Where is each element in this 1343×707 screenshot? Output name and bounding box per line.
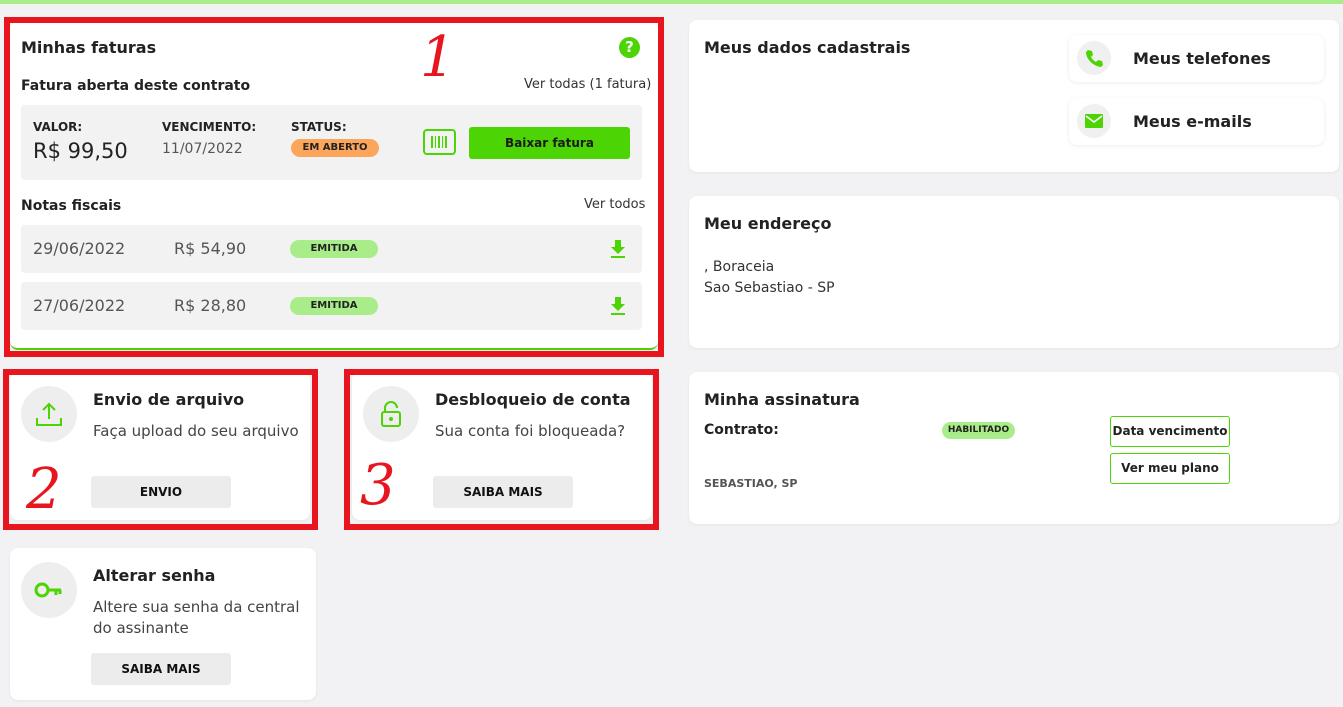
- password-title: Alterar senha: [93, 566, 216, 585]
- status-label: STATUS:: [291, 120, 347, 134]
- fiscal-note-row: 29/06/2022 R$ 54,90 EMITIDA: [21, 225, 642, 273]
- top-accent-bar: [0, 0, 1343, 4]
- upload-title: Envio de arquivo: [93, 390, 245, 409]
- subscription-title: Minha assinatura: [704, 390, 860, 409]
- download-invoice-button[interactable]: Baixar fatura: [469, 127, 630, 159]
- profile-card: Meus dados cadastrais Meus telefones Meu…: [689, 20, 1339, 172]
- due-label: VENCIMENTO:: [162, 120, 257, 134]
- fiscal-note-date: 27/06/2022: [33, 296, 126, 315]
- contract-label: Contrato:: [704, 422, 779, 438]
- fiscal-notes-see-all-link[interactable]: Ver todos: [584, 197, 645, 212]
- subscription-location: SEBASTIAO, SP: [704, 477, 798, 490]
- view-plan-button[interactable]: Ver meu plano: [1110, 453, 1230, 484]
- open-invoice-row: VALOR: R$ 99,50 VENCIMENTO: 11/07/2022 S…: [21, 105, 642, 180]
- fiscal-note-amount: R$ 54,90: [174, 239, 247, 258]
- invoices-card: Minhas faturas ? Fatura aberta deste con…: [10, 20, 658, 350]
- password-description-line1: Altere sua senha da central: [93, 598, 300, 616]
- value-label: VALOR:: [33, 120, 83, 134]
- annotation-number: 2: [26, 457, 62, 522]
- address-card: Meu endereço , Boraceia Sao Sebastiao - …: [689, 196, 1339, 348]
- subscription-status-badge: HABILITADO: [942, 422, 1015, 439]
- due-date-button[interactable]: Data vencimento: [1110, 416, 1230, 447]
- email-icon: [1077, 104, 1111, 138]
- upload-icon: [21, 386, 77, 442]
- fiscal-note-row: 27/06/2022 R$ 28,80 EMITIDA: [21, 282, 642, 330]
- fiscal-note-date: 29/06/2022: [33, 239, 126, 258]
- subscription-card: Minha assinatura Contrato: HABILITADO SE…: [689, 372, 1339, 524]
- unlock-title: Desbloqueio de conta: [435, 390, 631, 409]
- fiscal-notes-title: Notas fiscais: [21, 198, 122, 214]
- fiscal-note-amount: R$ 28,80: [174, 296, 247, 315]
- barcode-icon[interactable]: [423, 129, 456, 155]
- invoice-value: R$ 99,50: [33, 139, 128, 163]
- upload-button[interactable]: ENVIO: [91, 476, 231, 508]
- key-icon: [21, 562, 77, 618]
- open-invoice-title: Fatura aberta deste contrato: [21, 78, 251, 94]
- address-line2: Sao Sebastiao - SP: [704, 280, 835, 296]
- fiscal-note-status-badge: EMITIDA: [290, 297, 378, 315]
- upload-description: Faça upload do seu arquivo: [93, 422, 299, 440]
- invoices-title: Minhas faturas: [21, 38, 157, 57]
- annotation-number: 1: [420, 25, 456, 90]
- emails-button-label: Meus e-mails: [1133, 112, 1252, 131]
- download-icon[interactable]: [610, 296, 626, 316]
- question-icon[interactable]: ?: [619, 37, 640, 58]
- password-learn-more-button[interactable]: SAIBA MAIS: [91, 653, 231, 685]
- password-description-line2: do assinante: [93, 619, 189, 637]
- due-date: 11/07/2022: [162, 141, 243, 157]
- annotation-number: 3: [360, 453, 396, 518]
- unlock-description: Sua conta foi bloqueada?: [435, 422, 626, 440]
- unlock-learn-more-button[interactable]: SAIBA MAIS: [433, 476, 573, 508]
- password-card: Alterar senha Altere sua senha da centra…: [10, 548, 316, 700]
- phones-button-label: Meus telefones: [1133, 49, 1271, 68]
- unlock-card: Desbloqueio de conta Sua conta foi bloqu…: [352, 372, 652, 520]
- fiscal-note-status-badge: EMITIDA: [290, 240, 378, 258]
- status-badge: EM ABERTO: [291, 139, 379, 157]
- download-icon[interactable]: [610, 239, 626, 259]
- address-title: Meu endereço: [704, 214, 832, 233]
- phone-icon: [1077, 41, 1111, 75]
- see-all-invoices-link[interactable]: Ver todas (1 fatura): [524, 77, 651, 92]
- address-line1: , Boraceia: [704, 259, 775, 275]
- phones-button[interactable]: Meus telefones: [1069, 35, 1324, 82]
- unlock-icon: [363, 386, 419, 442]
- profile-title: Meus dados cadastrais: [704, 38, 911, 57]
- emails-button[interactable]: Meus e-mails: [1069, 98, 1324, 145]
